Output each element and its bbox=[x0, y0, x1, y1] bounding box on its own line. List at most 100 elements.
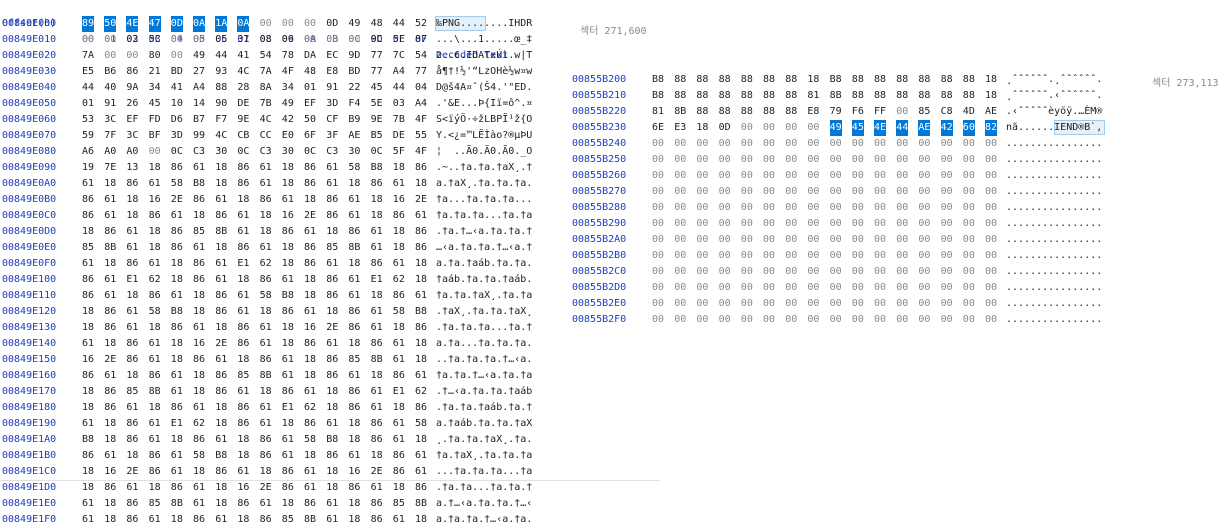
hex-byte[interactable]: 6E bbox=[652, 120, 664, 136]
hex-byte[interactable]: 86 bbox=[171, 160, 183, 176]
hex-byte[interactable]: 18 bbox=[393, 160, 405, 176]
hex-byte[interactable]: 00 bbox=[874, 200, 886, 216]
hex-byte[interactable]: 00 bbox=[763, 280, 775, 296]
hex-byte[interactable]: BD bbox=[348, 64, 360, 80]
hex-byte[interactable]: 00 bbox=[985, 248, 997, 264]
hex-byte[interactable]: 42 bbox=[282, 112, 294, 128]
hex-byte[interactable]: 00 bbox=[896, 104, 908, 120]
hex-byte[interactable]: 18 bbox=[304, 448, 316, 464]
hex-byte[interactable]: 77 bbox=[415, 64, 427, 80]
hex-byte[interactable]: 61 bbox=[215, 272, 227, 288]
hex-byte[interactable]: 8B bbox=[674, 104, 686, 120]
hex-byte[interactable]: 88 bbox=[719, 72, 731, 88]
hex-byte[interactable]: 00 bbox=[696, 168, 708, 184]
hex-byte[interactable]: 18 bbox=[348, 256, 360, 272]
hex-byte[interactable]: 00 bbox=[785, 264, 797, 280]
hex-byte[interactable]: 88 bbox=[741, 88, 753, 104]
hex-byte[interactable]: 61 bbox=[260, 176, 272, 192]
hex-byte[interactable]: 00 bbox=[785, 136, 797, 152]
hex-byte[interactable]: 61 bbox=[393, 336, 405, 352]
hex-byte[interactable]: DE bbox=[237, 96, 249, 112]
hex-byte[interactable]: 18 bbox=[348, 176, 360, 192]
hex-byte[interactable]: 62 bbox=[193, 416, 205, 432]
hex-byte[interactable]: 86 bbox=[260, 512, 272, 528]
hex-byte[interactable]: 18 bbox=[415, 176, 427, 192]
hex-byte[interactable]: 88 bbox=[874, 72, 886, 88]
hex-byte[interactable]: 62 bbox=[304, 400, 316, 416]
hex-byte[interactable]: 0C bbox=[171, 144, 183, 160]
hex-byte[interactable]: 00 bbox=[719, 312, 731, 328]
hex-byte[interactable]: 18 bbox=[149, 224, 161, 240]
hex-byte[interactable]: 18 bbox=[393, 480, 405, 496]
hex-byte[interactable]: 86 bbox=[104, 304, 116, 320]
hex-byte[interactable]: 86 bbox=[171, 400, 183, 416]
hex-byte[interactable]: 00 bbox=[918, 200, 930, 216]
hex-byte[interactable]: 00 bbox=[963, 184, 975, 200]
hex-byte[interactable]: 18 bbox=[393, 240, 405, 256]
hex-byte[interactable]: 60 bbox=[962, 120, 975, 136]
hex-byte[interactable]: 61 bbox=[126, 320, 138, 336]
hex-byte[interactable]: 18 bbox=[82, 384, 94, 400]
hex-byte[interactable]: 00 bbox=[852, 136, 864, 152]
hex-byte[interactable]: F4 bbox=[348, 96, 360, 112]
hex-byte[interactable]: 86 bbox=[237, 240, 249, 256]
hex-byte[interactable]: 86 bbox=[193, 352, 205, 368]
hex-byte[interactable]: 18 bbox=[215, 240, 227, 256]
hex-byte[interactable]: 18 bbox=[171, 256, 183, 272]
hex-byte[interactable]: 18 bbox=[193, 368, 205, 384]
hex-byte[interactable]: 18 bbox=[415, 352, 427, 368]
decoded-text[interactable]: a.†a.†a.†…‹a.†a. bbox=[436, 512, 532, 528]
hex-byte[interactable]: D6 bbox=[171, 112, 183, 128]
hex-byte[interactable]: 00 bbox=[918, 248, 930, 264]
hex-byte[interactable]: 00 bbox=[918, 136, 930, 152]
hex-byte[interactable]: 00 bbox=[674, 296, 686, 312]
hex-row[interactable]: 00849E050 01 91 26 45 10 14 90 DE 7B 49 EF 3D F4 5E 03 A… bbox=[2, 96, 642, 112]
hex-byte[interactable]: 88 bbox=[696, 72, 708, 88]
hex-byte[interactable]: 86 bbox=[371, 256, 383, 272]
hex-byte[interactable]: 00 bbox=[741, 152, 753, 168]
hex-byte[interactable]: 86 bbox=[393, 288, 405, 304]
hex-row[interactable]: 00849E010 00 00 03 5C 00 00 05 31 08 06 00 00 00 9C 5F 8… bbox=[2, 32, 642, 48]
hex-byte[interactable]: 21 bbox=[149, 64, 161, 80]
decoded-text[interactable]: a.†aáb.†a.†a.†aX bbox=[436, 416, 532, 432]
hex-byte[interactable]: 61 bbox=[348, 368, 360, 384]
hex-byte[interactable]: 18 bbox=[215, 496, 227, 512]
hex-byte[interactable]: 86 bbox=[260, 272, 272, 288]
hex-byte[interactable]: 00 bbox=[652, 168, 664, 184]
hex-byte[interactable]: 00 bbox=[149, 144, 161, 160]
decoded-text[interactable]: z..€.IDATxÚì.w|T bbox=[436, 48, 532, 64]
hex-byte[interactable]: 00 bbox=[830, 200, 842, 216]
hex-byte[interactable]: 86 bbox=[415, 224, 427, 240]
hex-byte[interactable]: 86 bbox=[326, 352, 338, 368]
hex-byte[interactable]: 8B bbox=[215, 224, 227, 240]
hex-byte[interactable]: 18 bbox=[237, 352, 249, 368]
hex-byte[interactable]: 00 bbox=[719, 296, 731, 312]
decoded-text[interactable]: .~..†a.†a.†aX¸.† bbox=[436, 160, 532, 176]
hex-byte[interactable]: 88 bbox=[763, 72, 775, 88]
hex-byte[interactable]: 61 bbox=[348, 192, 360, 208]
hex-byte[interactable]: 86 bbox=[326, 288, 338, 304]
hex-byte[interactable]: 00 bbox=[852, 168, 864, 184]
hex-byte[interactable]: 00 bbox=[807, 296, 819, 312]
hex-byte[interactable]: 61 bbox=[193, 496, 205, 512]
hex-byte[interactable]: 86 bbox=[326, 368, 338, 384]
hex-row[interactable]: 00855B2C0 00 00 00 00 00 00 00 00 00 00 00 00 00 00 00 0… bbox=[572, 264, 1212, 280]
hex-byte[interactable]: 86 bbox=[348, 304, 360, 320]
decoded-text[interactable]: .†a.†a.†a...†a.† bbox=[436, 320, 532, 336]
hex-byte[interactable]: 18 bbox=[282, 320, 294, 336]
hex-byte[interactable]: 00 bbox=[304, 32, 316, 48]
hex-byte[interactable]: 18 bbox=[393, 320, 405, 336]
hex-byte[interactable]: 61 bbox=[149, 512, 161, 528]
hex-byte[interactable]: 86 bbox=[104, 480, 116, 496]
hex-byte[interactable]: 48 bbox=[304, 64, 316, 80]
decoded-text[interactable]: .†…‹a.†a.†a.†aáb bbox=[436, 384, 532, 400]
hex-row[interactable]: 00849E130 18 86 61 18 86 61 18 86 61 18 16 2E 86 61 18 8… bbox=[2, 320, 642, 336]
hex-byte[interactable]: 86 bbox=[126, 512, 138, 528]
hex-byte[interactable]: 16 bbox=[104, 464, 116, 480]
hex-byte[interactable]: 3C bbox=[104, 112, 116, 128]
hex-byte[interactable]: 88 bbox=[852, 72, 864, 88]
hex-byte[interactable]: 88 bbox=[719, 104, 731, 120]
hex-row[interactable]: 00849E110 86 61 18 86 61 18 86 61 58 B8 18 86 61 18 86 6… bbox=[2, 288, 642, 304]
hex-byte[interactable]: 61 bbox=[282, 192, 294, 208]
hex-byte[interactable]: 00 bbox=[918, 312, 930, 328]
